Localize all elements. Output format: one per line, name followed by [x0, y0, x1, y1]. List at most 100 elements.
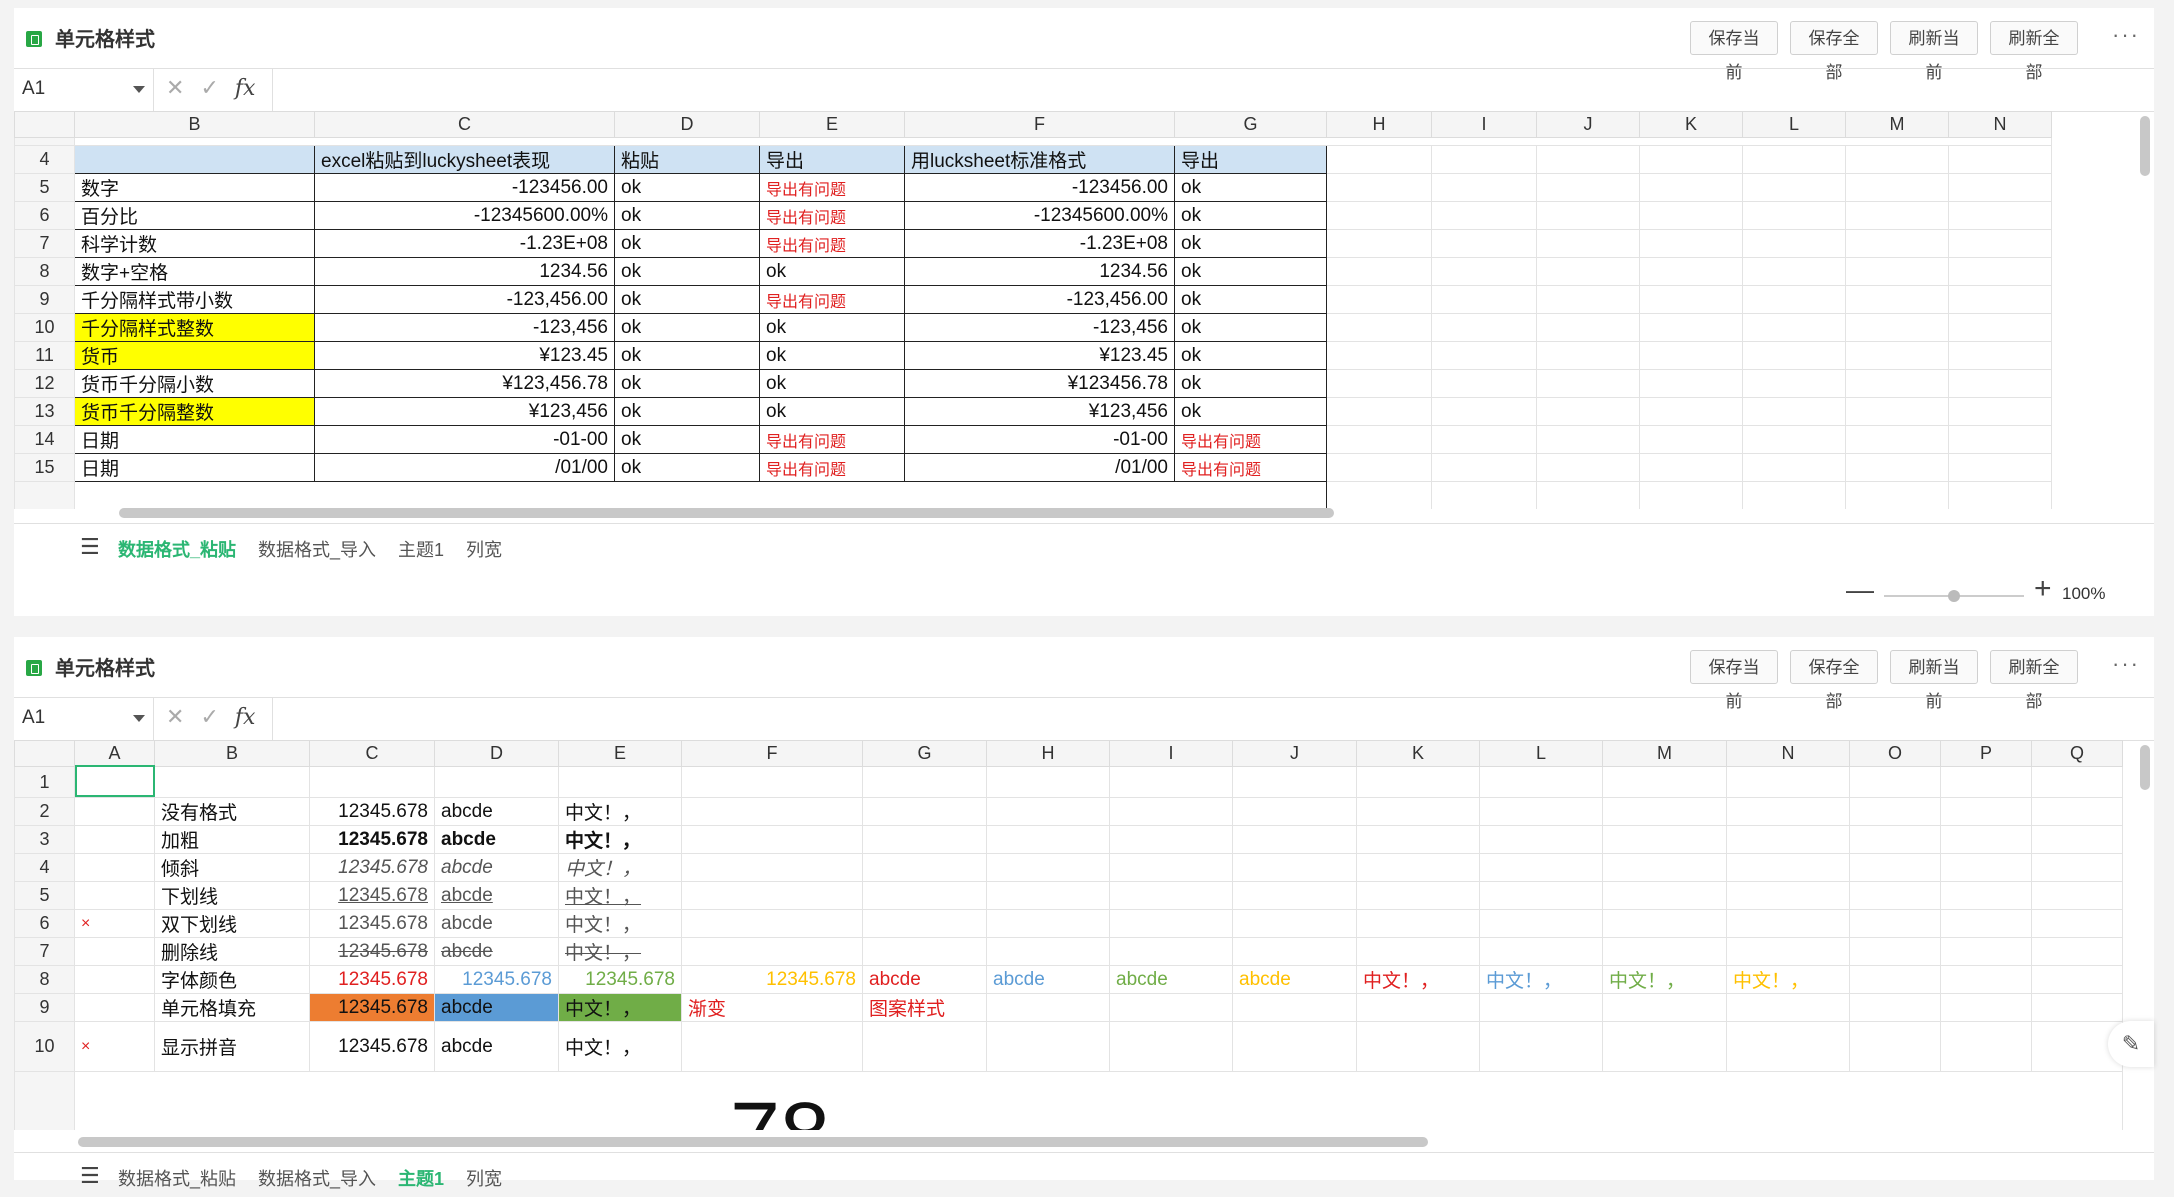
- cell[interactable]: abcde: [434, 993, 559, 1022]
- column-header[interactable]: C: [314, 111, 615, 138]
- cell[interactable]: ok: [759, 257, 905, 286]
- cell[interactable]: [1109, 937, 1233, 966]
- cell[interactable]: 显示拼音: [154, 1021, 310, 1072]
- cell[interactable]: 导出有问题: [759, 229, 905, 258]
- cell[interactable]: [862, 853, 987, 882]
- cell[interactable]: 数字+空格: [74, 257, 315, 286]
- row-header[interactable]: [14, 137, 75, 146]
- zoom-in-icon[interactable]: +: [2034, 572, 2052, 606]
- column-header[interactable]: N: [1948, 111, 2052, 138]
- cell[interactable]: [681, 1021, 863, 1072]
- cell[interactable]: ok: [1174, 173, 1327, 202]
- save-all-button[interactable]: 保存全部: [1790, 21, 1878, 82]
- cell[interactable]: [1639, 285, 1743, 314]
- column-header[interactable]: M: [1602, 740, 1727, 767]
- cell[interactable]: [1536, 313, 1640, 342]
- cell[interactable]: [1726, 1021, 1850, 1072]
- cell[interactable]: [1742, 201, 1846, 230]
- cell[interactable]: [1940, 766, 2032, 798]
- cell[interactable]: 12345.678: [309, 853, 435, 882]
- cell[interactable]: [1326, 285, 1432, 314]
- cell[interactable]: 双下划线: [154, 909, 310, 938]
- cell[interactable]: [1849, 766, 1941, 798]
- cell[interactable]: ok: [614, 453, 760, 482]
- cell[interactable]: [1536, 369, 1640, 398]
- cell[interactable]: [1431, 397, 1537, 426]
- cell[interactable]: [1849, 825, 1941, 854]
- corner-cell[interactable]: [14, 111, 75, 138]
- fx-icon[interactable]: fx: [235, 705, 256, 730]
- cell[interactable]: [1431, 369, 1537, 398]
- cell[interactable]: [1948, 341, 2052, 370]
- cell[interactable]: [862, 881, 987, 910]
- zoom-out-icon[interactable]: —: [1846, 574, 1874, 606]
- cell[interactable]: [1109, 1021, 1233, 1072]
- cell[interactable]: 货币千分隔小数: [74, 369, 315, 398]
- cell[interactable]: [1742, 369, 1846, 398]
- cell[interactable]: abcde: [986, 965, 1110, 994]
- cell[interactable]: ok: [759, 313, 905, 342]
- cell[interactable]: 12345.678: [309, 825, 435, 854]
- more-icon[interactable]: ···: [2112, 651, 2140, 677]
- cell[interactable]: [862, 909, 987, 938]
- cell[interactable]: 12345.678: [309, 937, 435, 966]
- chevron-down-icon[interactable]: [133, 86, 145, 93]
- cell[interactable]: [986, 1021, 1110, 1072]
- cell[interactable]: [2031, 766, 2123, 798]
- cell[interactable]: 图案样式: [862, 993, 987, 1022]
- confirm-icon[interactable]: ✓: [200, 75, 218, 100]
- cell[interactable]: 数字: [74, 173, 315, 202]
- cell[interactable]: [1536, 145, 1640, 174]
- cell[interactable]: ok: [614, 369, 760, 398]
- cell[interactable]: 科学计数: [74, 229, 315, 258]
- cell[interactable]: [1940, 853, 2032, 882]
- cell[interactable]: ok: [759, 397, 905, 426]
- cell[interactable]: [1948, 145, 2052, 174]
- cell[interactable]: [1742, 257, 1846, 286]
- cell[interactable]: [1845, 229, 1949, 258]
- cell[interactable]: [2031, 937, 2123, 966]
- column-header[interactable]: F: [904, 111, 1175, 138]
- refresh-all-button[interactable]: 刷新全部: [1990, 650, 2078, 711]
- row-header[interactable]: 13: [14, 397, 75, 426]
- cell[interactable]: abcde: [434, 1021, 559, 1072]
- corner-cell[interactable]: [14, 740, 75, 767]
- column-header[interactable]: H: [1326, 111, 1432, 138]
- cell[interactable]: ok: [759, 369, 905, 398]
- sheet-grid[interactable]: A B C D E F G H I J K L M N O P Q 1 2 没有…: [14, 740, 2142, 1130]
- cell[interactable]: 加粗: [154, 825, 310, 854]
- refresh-current-button[interactable]: 刷新当前: [1890, 650, 1978, 711]
- cell[interactable]: abcde: [434, 881, 559, 910]
- column-header[interactable]: D: [614, 111, 760, 138]
- cell[interactable]: 粘贴: [614, 145, 760, 174]
- horizontal-scrollbar[interactable]: [119, 508, 1334, 518]
- cell[interactable]: 中文！，: [558, 881, 682, 910]
- cell[interactable]: [1232, 1021, 1357, 1072]
- cell[interactable]: [1940, 993, 2032, 1022]
- cell[interactable]: 倾斜: [154, 853, 310, 882]
- cell[interactable]: [1431, 145, 1537, 174]
- cell[interactable]: -123,456: [904, 313, 1175, 342]
- cell[interactable]: [862, 937, 987, 966]
- cell[interactable]: [1849, 797, 1941, 826]
- cell[interactable]: abcde: [434, 853, 559, 882]
- column-header[interactable]: E: [759, 111, 905, 138]
- cell[interactable]: [1232, 825, 1357, 854]
- cell[interactable]: 千分隔样式整数: [74, 313, 315, 342]
- cell[interactable]: [1232, 853, 1357, 882]
- cell[interactable]: [1109, 993, 1233, 1022]
- cell[interactable]: [1726, 937, 1850, 966]
- cell[interactable]: ok: [1174, 313, 1327, 342]
- cell[interactable]: [1356, 937, 1480, 966]
- cell[interactable]: ok: [1174, 257, 1327, 286]
- cell[interactable]: ok: [614, 173, 760, 202]
- cell[interactable]: 1234.56: [904, 257, 1175, 286]
- column-header[interactable]: I: [1109, 740, 1233, 767]
- cell[interactable]: [1326, 397, 1432, 426]
- cell[interactable]: [1639, 257, 1743, 286]
- cell[interactable]: [74, 993, 155, 1022]
- confirm-icon[interactable]: ✓: [200, 704, 218, 729]
- cell[interactable]: [1326, 453, 1432, 482]
- cell[interactable]: [1431, 481, 1537, 509]
- cancel-icon[interactable]: ✕: [166, 704, 184, 729]
